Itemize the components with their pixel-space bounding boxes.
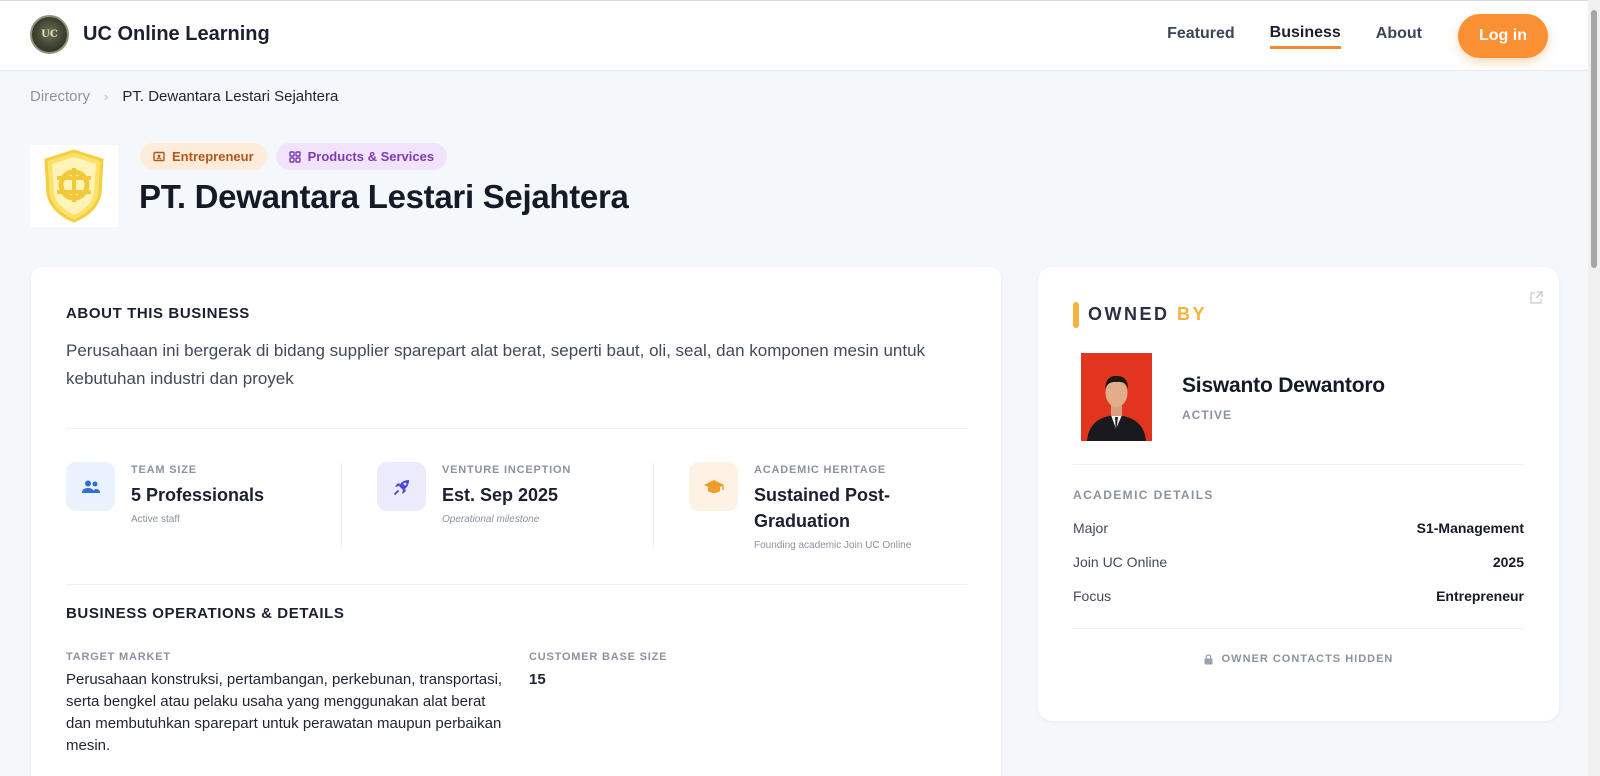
page-scrollbar[interactable] [1588,0,1600,776]
tag-entrepreneur-label: Entrepreneur [172,149,254,164]
stat-academic-heritage: ACADEMIC HERITAGE Sustained Post- Gradua… [689,462,959,552]
breadcrumb-current: PT. Dewantara Lestari Sejahtera [122,88,339,105]
business-tags: Entrepreneur Products & Services [140,143,456,170]
team-size-label: TEAM SIZE [131,464,197,476]
users-icon [66,462,115,511]
row-value: Entrepreneur [1436,588,1524,604]
customer-base-label: CUSTOMER BASE SIZE [529,651,668,663]
business-details-card: ABOUT THIS BUSINESS Perusahaan ini berge… [31,267,1001,776]
stat-separator [653,462,654,547]
tag-products-services[interactable]: Products & Services [275,143,448,170]
about-section-title: ABOUT THIS BUSINESS [66,305,250,322]
customer-base-value: 15 [529,671,546,688]
owned-title-accent: BY [1177,304,1208,324]
logo-text: UC [41,29,58,40]
academic-row-join: Join UC Online 2025 [1073,554,1524,570]
row-value: 2025 [1492,554,1524,570]
venture-inception-sub: Operational milestone [442,514,540,525]
academic-details-title: ACADEMIC DETAILS [1073,488,1214,502]
graduation-cap-icon [689,462,738,511]
team-size-sub: Active staff [131,514,180,525]
uc-logo: UC [30,15,69,54]
top-navbar: UC UC Online Learning Featured Business … [0,0,1588,71]
section-divider [66,428,967,429]
academic-heritage-label: ACADEMIC HERITAGE [754,464,886,476]
owner-contacts-hidden: OWNER CONTACTS HIDDEN [1038,653,1559,665]
academic-row-major: Major S1-Management [1073,520,1524,536]
team-size-value: 5 Professionals [131,485,265,505]
academic-heritage-value: Sustained Post- Graduation [754,482,890,534]
stat-venture-inception: VENTURE INCEPTION Est. Sep 2025 Operatio… [377,462,647,552]
breadcrumb-directory[interactable]: Directory [30,88,90,105]
academic-heritage-line2: Graduation [754,511,851,531]
operations-section-title: BUSINESS OPERATIONS & DETAILS [66,605,345,622]
business-title: PT. Dewantara Lestari Sejahtera [139,178,629,215]
lock-icon [1204,653,1213,665]
venture-inception-value: Est. Sep 2025 [442,485,559,505]
external-link-icon[interactable] [1529,291,1543,310]
target-market-value: Perusahaan konstruksi, pertambangan, per… [66,671,503,754]
chevron-right-icon: › [104,89,109,104]
brand[interactable]: UC UC Online Learning [30,15,270,54]
row-key: Major [1073,520,1109,536]
owner-avatar[interactable] [1081,353,1152,441]
shield-logo-icon [44,149,104,223]
main-nav: Featured Business About Log in [1132,14,1548,58]
row-value: S1-Management [1416,520,1524,536]
owner-divider [1073,628,1524,629]
stat-separator [341,462,342,547]
rocket-icon [377,462,426,511]
grid-icon [288,150,301,163]
nav-featured[interactable]: Featured [1167,25,1235,47]
section-divider [66,584,967,585]
owned-title-main: OWNED [1088,304,1170,324]
owner-status: ACTIVE [1182,408,1233,422]
row-key: Join UC Online [1073,554,1168,570]
tag-entrepreneur[interactable]: Entrepreneur [140,143,267,170]
breadcrumb: Directory › PT. Dewantara Lestari Sejaht… [30,88,338,105]
login-button[interactable]: Log in [1458,14,1548,58]
row-key: Focus [1073,588,1112,604]
about-text: Perusahaan ini bergerak di bidang suppli… [66,341,926,388]
owned-by-accent-bar [1073,302,1079,328]
target-market-label: TARGET MARKET [66,651,171,663]
owner-photo-image [1081,353,1152,441]
academic-row-focus: Focus Entrepreneur [1073,588,1524,604]
owner-card: OWNED BY Siswanto Dewantoro ACTIVE ACADE… [1038,267,1559,721]
scrollbar-thumb[interactable] [1591,10,1597,268]
owner-name[interactable]: Siswanto Dewantoro [1182,374,1385,398]
owned-by-title: OWNED BY [1088,304,1207,325]
nav-business[interactable]: Business [1269,24,1341,49]
stat-team-size: TEAM SIZE 5 Professionals Active staff [66,462,336,552]
brand-name[interactable]: UC Online Learning [83,23,270,46]
presentation-icon [153,151,165,163]
academic-heritage-line1: Sustained Post- [754,485,891,505]
venture-inception-label: VENTURE INCEPTION [442,464,572,476]
academic-heritage-sub: Founding academic Join UC Online [754,540,912,551]
owner-contacts-hidden-label: OWNER CONTACTS HIDDEN [1221,653,1394,665]
business-logo [30,145,118,227]
tag-products-label: Products & Services [307,149,435,164]
nav-about[interactable]: About [1376,25,1422,47]
owner-divider [1073,464,1524,465]
